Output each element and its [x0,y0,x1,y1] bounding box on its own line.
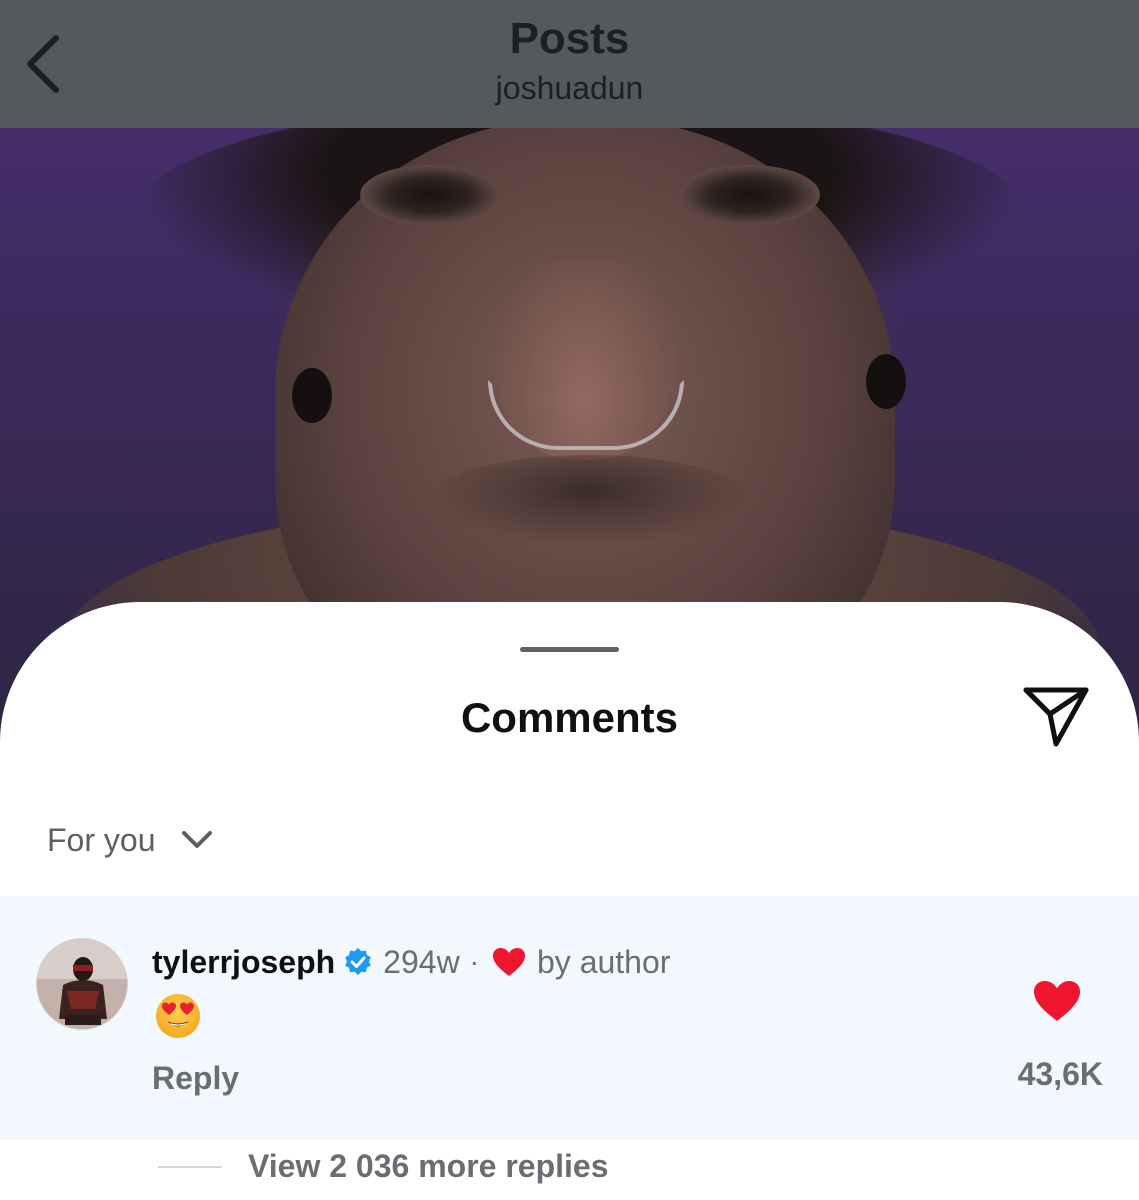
like-button[interactable] [1031,978,1083,1024]
smiling-face-with-heart-eyes-icon [156,994,200,1038]
replies-divider-line [158,1166,222,1168]
verified-badge-icon [345,948,371,975]
comment-header: tylerrjoseph 294w · by author [152,940,670,984]
page-title: Posts [509,14,630,63]
comment-sort-dropdown[interactable]: For you [47,818,213,862]
comment-timestamp: 294w [383,943,460,980]
heart-icon [493,948,525,976]
photo-ear-gauge-left [292,368,332,423]
like-count: 43,6K [1017,1056,1103,1092]
comments-title: Comments [460,694,679,741]
reply-button[interactable]: Reply [152,1060,239,1097]
photo-eye-right [680,165,820,225]
view-more-replies-button[interactable]: View 2 036 more replies [248,1148,609,1185]
photo-eye-left [360,165,500,225]
paper-plane-icon [1023,687,1089,747]
liked-by-author-label: by author [537,943,671,980]
chevron-down-icon [182,831,213,848]
comment-username[interactable]: tylerrjoseph [152,944,335,981]
avatar-image-icon [37,939,127,1029]
photo-mustache [430,455,750,545]
sheet-grabber-handle[interactable] [520,647,619,652]
top-nav-bar: Posts joshuadun [0,0,1139,128]
sort-label: For you [47,821,156,858]
app-root: Posts joshuadun Comments For you tylerrj… [0,0,1139,1200]
photo-ear-gauge-right [866,354,906,409]
meta-separator: · [469,946,479,977]
share-button[interactable] [1020,684,1092,750]
comments-sheet: Comments For you tylerrjoseph 294w · by … [0,602,1139,1200]
page-subtitle-username[interactable]: joshuadun [0,70,1139,107]
heart-filled-icon [1034,981,1080,1021]
avatar[interactable] [36,938,128,1030]
comment-item: tylerrjoseph 294w · by author Reply 43,6… [0,896,1139,1140]
